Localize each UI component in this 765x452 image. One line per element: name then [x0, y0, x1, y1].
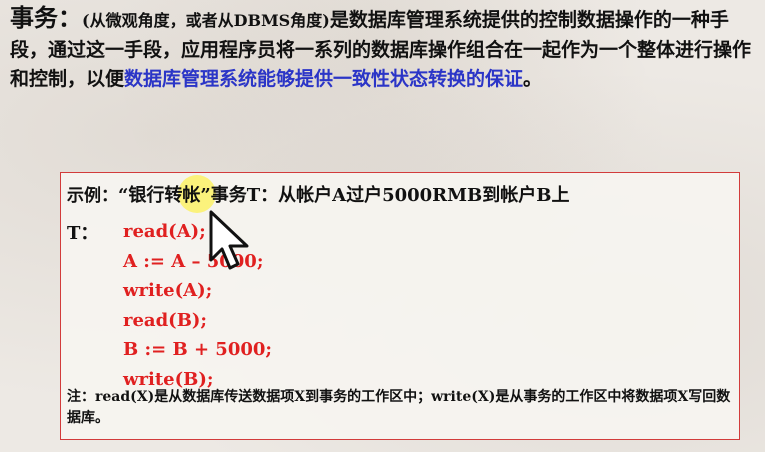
example-text: “银行转帐”事务T：从帐户A过户5000RMB到帐户B上 [118, 185, 570, 206]
example-header: 示例：“银行转帐”事务T：从帐户A过户5000RMB到帐户B上 [67, 181, 569, 207]
code-line: write(A); [123, 280, 213, 301]
definition-colon: ： [58, 4, 82, 32]
definition-emphasis: 数据库管理系统能够提供一致性状态转换的保证 [124, 68, 524, 90]
example-box: 示例：“银行转帐”事务T：从帐户A过户5000RMB到帐户B上 T： read(… [60, 172, 740, 440]
mouse-cursor-icon [209, 210, 249, 270]
code-line: B := B + 5000; [123, 339, 273, 360]
definition-paren: (从微观角度，或者从DBMS角度) [82, 11, 330, 30]
code-line: read(B); [123, 309, 208, 331]
example-label: 示例： [67, 186, 118, 206]
definition-term: 事务 [10, 4, 58, 32]
definition-paragraph: 事务：(从微观角度，或者从DBMS角度)是数据库管理系统提供的控制数据操作的一种… [10, 4, 758, 95]
example-note: 注：read(X)是从数据库传送数据项X到事务的工作区中；write(X)是从事… [67, 389, 731, 426]
transaction-label: T： [67, 223, 99, 244]
definition-end: 。 [523, 68, 543, 90]
